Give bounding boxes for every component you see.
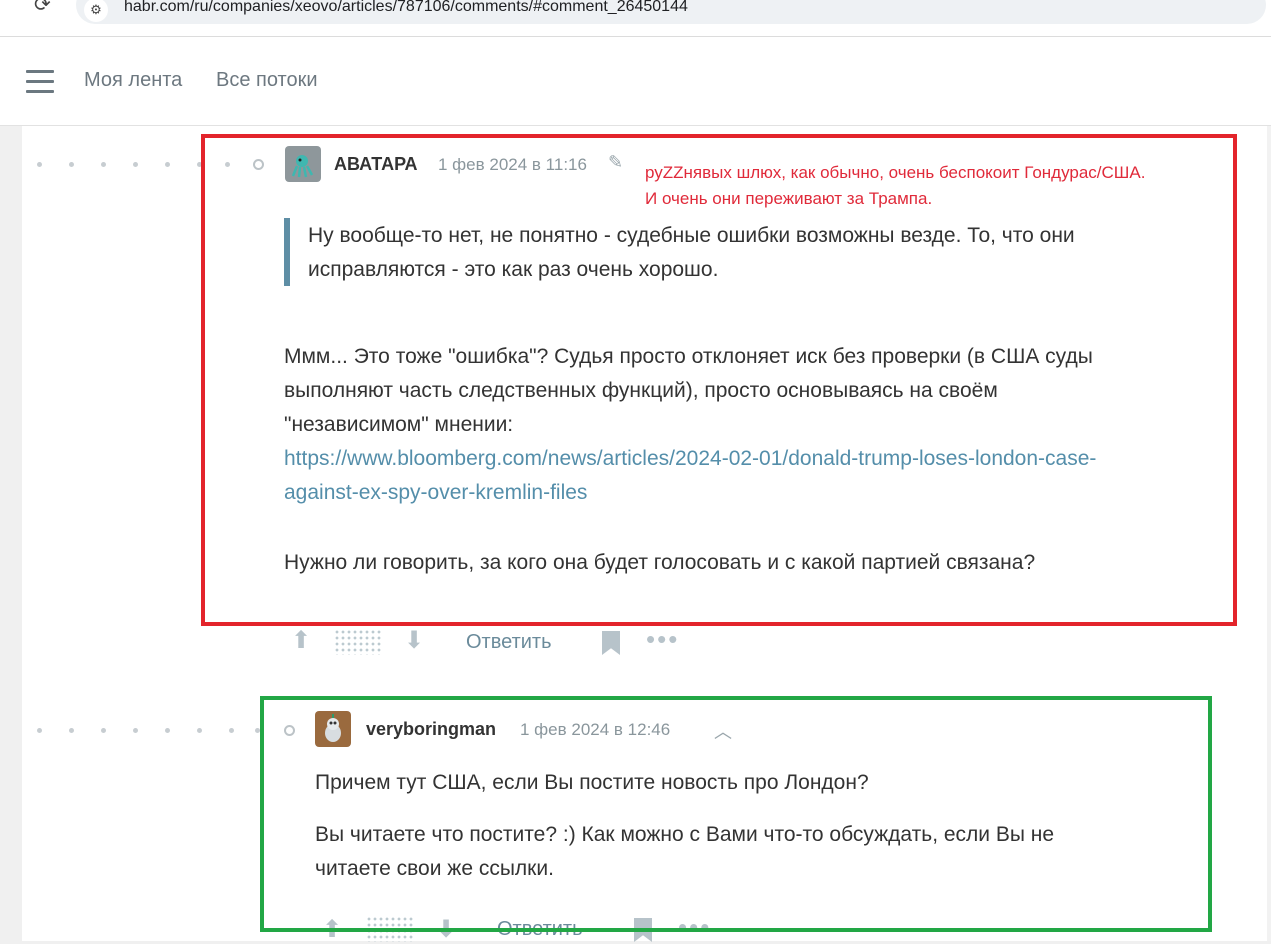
more-options-icon[interactable]: ••• <box>646 624 679 655</box>
rating-placeholder <box>334 629 382 655</box>
menu-icon[interactable] <box>26 70 54 93</box>
downvote-icon[interactable]: ⬇ <box>404 626 424 655</box>
thread-indent-dots <box>0 725 300 736</box>
nav-my-feed[interactable]: Моя лента <box>84 69 182 92</box>
highlight-box-red <box>201 134 1237 626</box>
reload-icon[interactable]: ⟳ <box>34 0 51 17</box>
address-bar[interactable]: ⚙ habr.com/ru/companies/xeovo/articles/7… <box>76 0 1266 24</box>
url-text[interactable]: habr.com/ru/companies/xeovo/articles/787… <box>124 0 688 16</box>
site-header: Моя лента Все потоки <box>0 37 1271 126</box>
upvote-icon[interactable]: ⬆ <box>291 626 311 655</box>
browser-toolbar: ⟳ ⚙ habr.com/ru/companies/xeovo/articles… <box>0 0 1271 37</box>
scrollbar-track[interactable] <box>1267 126 1271 941</box>
highlight-box-green <box>260 696 1212 932</box>
reply-button[interactable]: Ответить <box>466 631 552 654</box>
site-settings-icon[interactable]: ⚙ <box>84 0 108 22</box>
nav-all-streams[interactable]: Все потоки <box>216 69 318 92</box>
